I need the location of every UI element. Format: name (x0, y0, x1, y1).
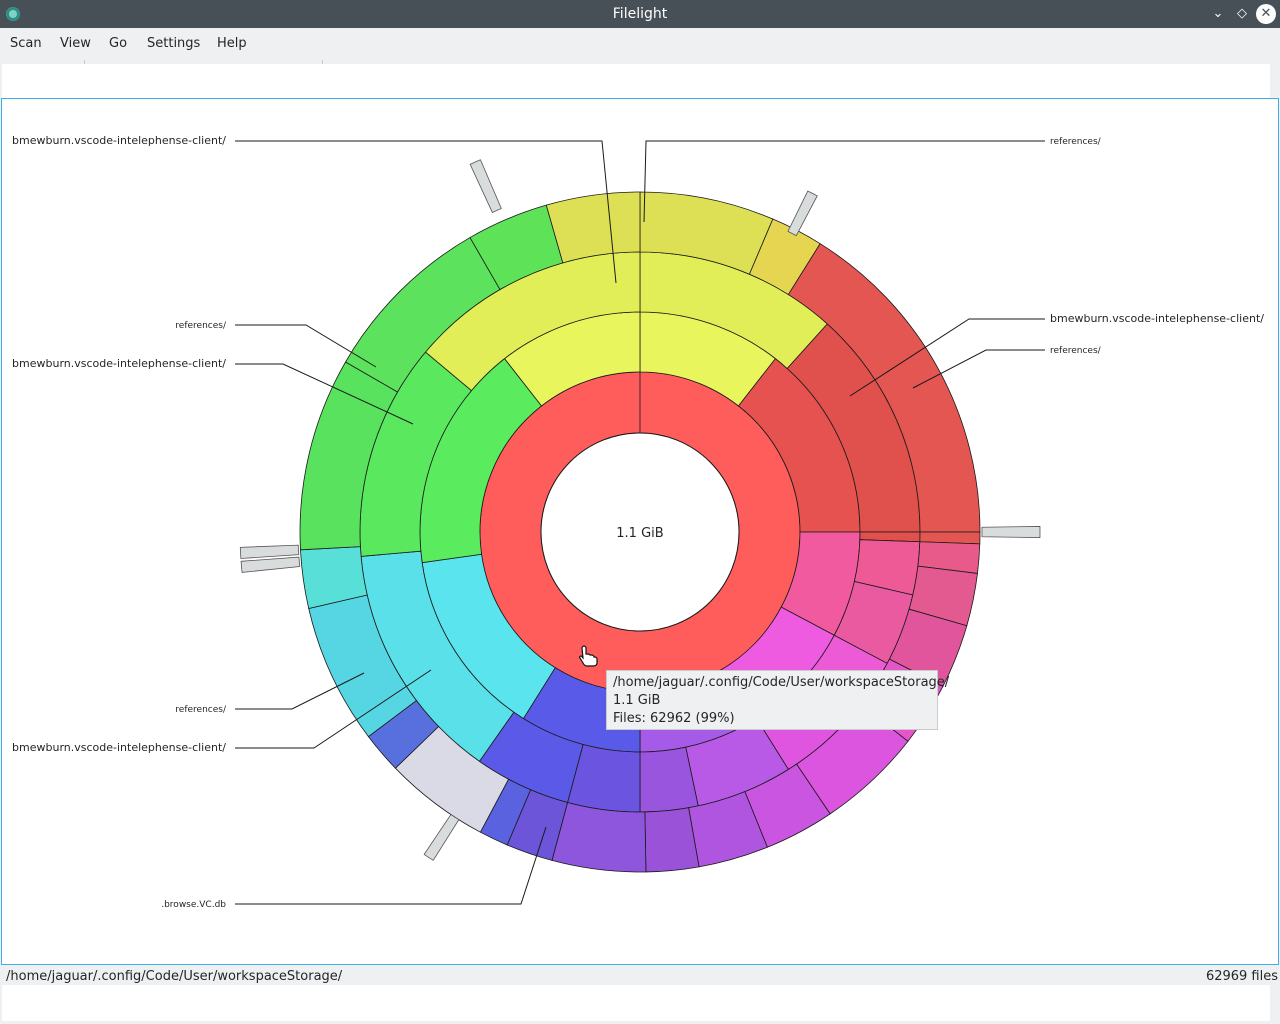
bottom-panel (2, 985, 1270, 1021)
radial-map[interactable]: bmewburn.vscode-intelephense-client/refe… (0, 0, 1280, 1024)
file-spike[interactable] (423, 813, 460, 861)
tooltip-size: 1.1 GiB (613, 693, 661, 708)
segment-label[interactable]: .browse.VC.db (161, 900, 226, 910)
segment-label[interactable]: bmewburn.vscode-intelephense-client/ (12, 134, 226, 147)
center-size-label: 1.1 GiB (616, 526, 663, 541)
segment-label[interactable]: references/ (175, 705, 227, 715)
segment-label[interactable]: bmewburn.vscode-intelephense-client/ (1050, 312, 1264, 325)
segment-label[interactable]: references/ (1050, 137, 1102, 147)
hand-cursor-icon (578, 645, 598, 667)
status-file-count: 62969 files (1205, 969, 1278, 984)
file-spike[interactable] (981, 526, 1041, 538)
file-spike[interactable] (469, 159, 502, 213)
folder-segment-ring3[interactable] (551, 801, 647, 873)
segment-label[interactable]: references/ (1050, 346, 1102, 356)
tooltip-files: Files: 62962 (99%) (613, 711, 735, 726)
folder-segment-ring3[interactable] (545, 191, 641, 264)
file-spike[interactable] (787, 190, 818, 237)
segment-label[interactable]: references/ (175, 321, 227, 331)
segment-label[interactable]: bmewburn.vscode-intelephense-client/ (12, 741, 226, 754)
segment-label[interactable]: bmewburn.vscode-intelephense-client/ (12, 357, 226, 370)
file-spike[interactable] (240, 556, 301, 573)
status-path: /home/jaguar/.config/Code/User/workspace… (6, 969, 343, 984)
status-bar: /home/jaguar/.config/Code/User/workspace… (0, 965, 1280, 987)
file-spike[interactable] (239, 544, 300, 559)
tooltip: /home/jaguar/.config/Code/User/workspace… (606, 670, 950, 730)
tooltip-path: /home/jaguar/.config/Code/User/workspace… (613, 675, 950, 690)
